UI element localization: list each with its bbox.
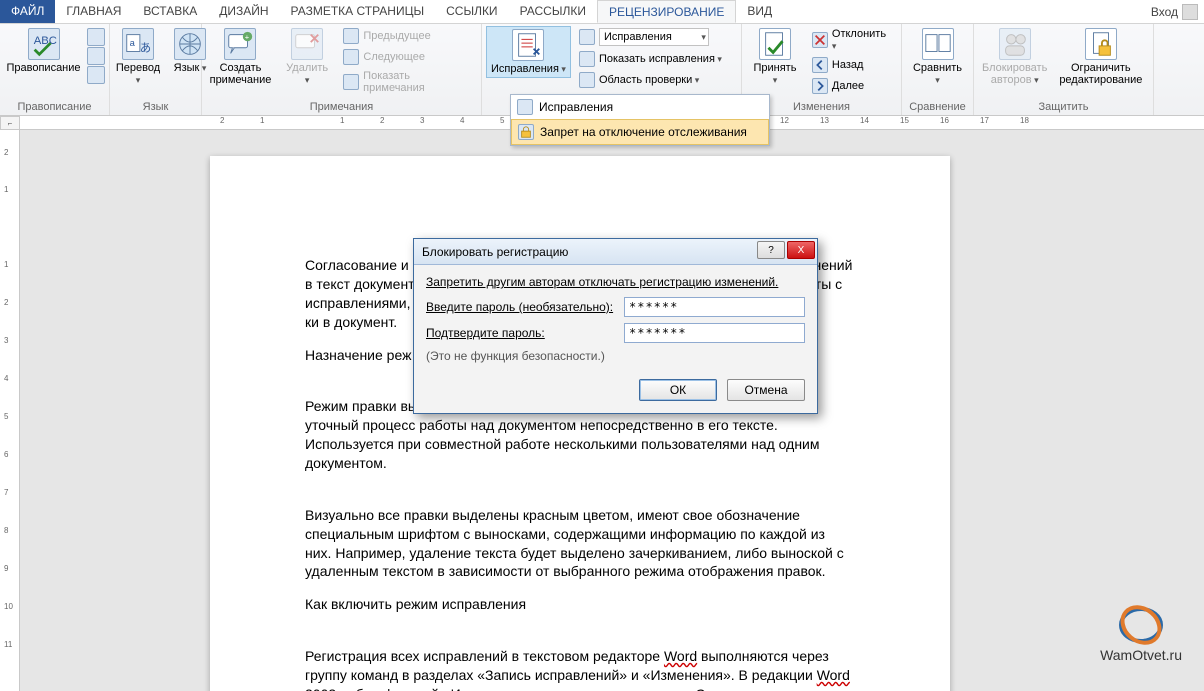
show-comments-icon <box>343 74 359 90</box>
tab-design[interactable]: ДИЗАЙН <box>208 0 279 23</box>
delete-comment-button[interactable]: Удалить <box>279 26 335 88</box>
group-protect-label: Защитить <box>978 99 1149 115</box>
forward-button[interactable]: Далее <box>808 76 897 96</box>
doc-paragraph: Регистрация всех исправлений в текстовом… <box>305 647 855 691</box>
group-language-label: Язык <box>114 99 197 115</box>
login-link[interactable]: Вход <box>1151 4 1198 20</box>
watermark-text: WamOtvet.ru <box>1100 647 1182 663</box>
delete-comment-icon <box>291 28 323 60</box>
lock-tracking-icon <box>518 124 534 140</box>
dropdown-item-track[interactable]: Исправления <box>511 95 769 119</box>
translate-icon: aあ <box>122 28 154 60</box>
accept-button[interactable]: Принять <box>746 26 804 88</box>
password-label: Введите пароль (необязательно): <box>426 300 616 314</box>
watermark-logo: WamOtvet.ru <box>1100 603 1182 663</box>
dialog-titlebar[interactable]: Блокировать регистрацию ? X <box>414 239 817 265</box>
reject-button[interactable]: Отклонить <box>808 26 897 54</box>
next-comment-icon <box>343 49 359 65</box>
accept-icon <box>759 28 791 60</box>
tab-file[interactable]: ФАЙЛ <box>0 0 55 23</box>
avatar-icon <box>1182 4 1198 20</box>
track-changes-dropdown: Исправления Запрет на отключение отслежи… <box>510 94 770 146</box>
back-icon <box>812 57 828 73</box>
delete-comment-label: Удалить <box>283 62 331 86</box>
back-button[interactable]: Назад <box>808 55 897 75</box>
compare-label: Сравнить <box>910 62 965 86</box>
reject-icon <box>812 32 828 48</box>
password-input[interactable] <box>624 297 805 317</box>
display-for-review[interactable]: Исправления <box>575 26 726 48</box>
group-proofing-label: Правописание <box>4 99 105 115</box>
spelling-label: Правописание <box>6 62 80 74</box>
tab-mailings[interactable]: РАССЫЛКИ <box>509 0 597 23</box>
prev-comment-icon <box>343 28 359 44</box>
group-comments-label: Примечания <box>206 99 477 115</box>
confirm-password-input[interactable] <box>624 323 805 343</box>
track-changes-label: Исправления <box>491 63 566 75</box>
block-authors-label: Блокировать авторов <box>982 62 1047 86</box>
display-icon <box>579 29 595 45</box>
accept-label: Принять <box>750 62 800 86</box>
svg-text:あ: あ <box>140 42 151 55</box>
tab-home[interactable]: ГЛАВНАЯ <box>55 0 132 23</box>
show-comments-button[interactable]: Показать примечания <box>339 68 477 96</box>
lock-tracking-dialog: Блокировать регистрацию ? X Запретить др… <box>413 238 818 414</box>
cancel-button[interactable]: Отмена <box>727 379 805 401</box>
compare-button[interactable]: Сравнить <box>906 26 969 88</box>
prev-comment-button[interactable]: Предыдущее <box>339 26 477 46</box>
svg-text:ABC: ABC <box>33 35 56 47</box>
compare-icon <box>922 28 954 60</box>
track-changes-icon <box>512 29 544 61</box>
translate-button[interactable]: aあ Перевод <box>114 26 162 88</box>
dialog-instruction: Запретить другим авторам отключать регис… <box>426 275 805 289</box>
spelling-button[interactable]: ABC Правописание <box>4 26 83 76</box>
group-compare-label: Сравнение <box>906 99 969 115</box>
dialog-title: Блокировать регистрацию <box>422 245 568 259</box>
block-authors-button[interactable]: Блокировать авторов <box>978 26 1051 88</box>
dialog-help-button[interactable]: ? <box>757 241 785 259</box>
dialog-close-button[interactable]: X <box>787 241 815 259</box>
tab-layout[interactable]: РАЗМЕТКА СТРАНИЦЫ <box>280 0 436 23</box>
show-markup-button[interactable]: Показать исправления <box>575 49 726 69</box>
restrict-editing-button[interactable]: Ограничить редактирование <box>1055 26 1146 88</box>
tab-review[interactable]: РЕЦЕНЗИРОВАНИЕ <box>597 0 736 23</box>
dialog-note: (Это не функция безопасности.) <box>426 349 805 363</box>
block-authors-icon <box>999 28 1031 60</box>
menubar: ФАЙЛ ГЛАВНАЯ ВСТАВКА ДИЗАЙН РАЗМЕТКА СТР… <box>0 0 1204 24</box>
translate-label: Перевод <box>116 62 160 86</box>
ok-button[interactable]: ОК <box>639 379 717 401</box>
document-page[interactable]: Согласование и дополнений в текст докуме… <box>210 156 950 691</box>
track-icon <box>517 99 533 115</box>
tab-view[interactable]: ВИД <box>736 0 783 23</box>
track-changes-button[interactable]: Исправления <box>486 26 571 78</box>
confirm-password-label: Подтвердите пароль: <box>426 326 616 340</box>
tab-references[interactable]: ССЫЛКИ <box>435 0 508 23</box>
thesaurus-icon[interactable] <box>87 47 105 65</box>
forward-icon <box>812 78 828 94</box>
spelling-icon: ABC <box>28 28 60 60</box>
new-comment-icon: + <box>224 28 256 60</box>
doc-paragraph: Визуально все правки выделены красным цв… <box>305 506 855 582</box>
display-combo[interactable]: Исправления <box>599 28 709 46</box>
restrict-editing-icon <box>1085 28 1117 60</box>
svg-text:a: a <box>130 38 136 48</box>
ruler-corner[interactable]: ⌐ <box>0 116 20 130</box>
new-comment-label: Создать примечание <box>210 62 272 86</box>
show-markup-icon <box>579 51 595 67</box>
dropdown-item-lock-tracking[interactable]: Запрет на отключение отслеживания <box>511 119 769 145</box>
new-comment-button[interactable]: + Создать примечание <box>206 26 275 88</box>
research-icon[interactable] <box>87 28 105 46</box>
reviewing-pane-icon <box>579 72 595 88</box>
vertical-ruler[interactable]: 2 1 1 2 3 4 5 6 7 8 9 10 11 <box>0 130 20 691</box>
restrict-editing-label: Ограничить редактирование <box>1059 62 1142 86</box>
login-label: Вход <box>1151 5 1178 19</box>
wordcount-icon[interactable] <box>87 66 105 84</box>
tab-insert[interactable]: ВСТАВКА <box>132 0 208 23</box>
svg-text:+: + <box>245 32 250 41</box>
next-comment-button[interactable]: Следующее <box>339 47 477 67</box>
doc-paragraph: Как включить режим исправления <box>305 595 855 614</box>
reviewing-pane-button[interactable]: Область проверки <box>575 70 726 90</box>
